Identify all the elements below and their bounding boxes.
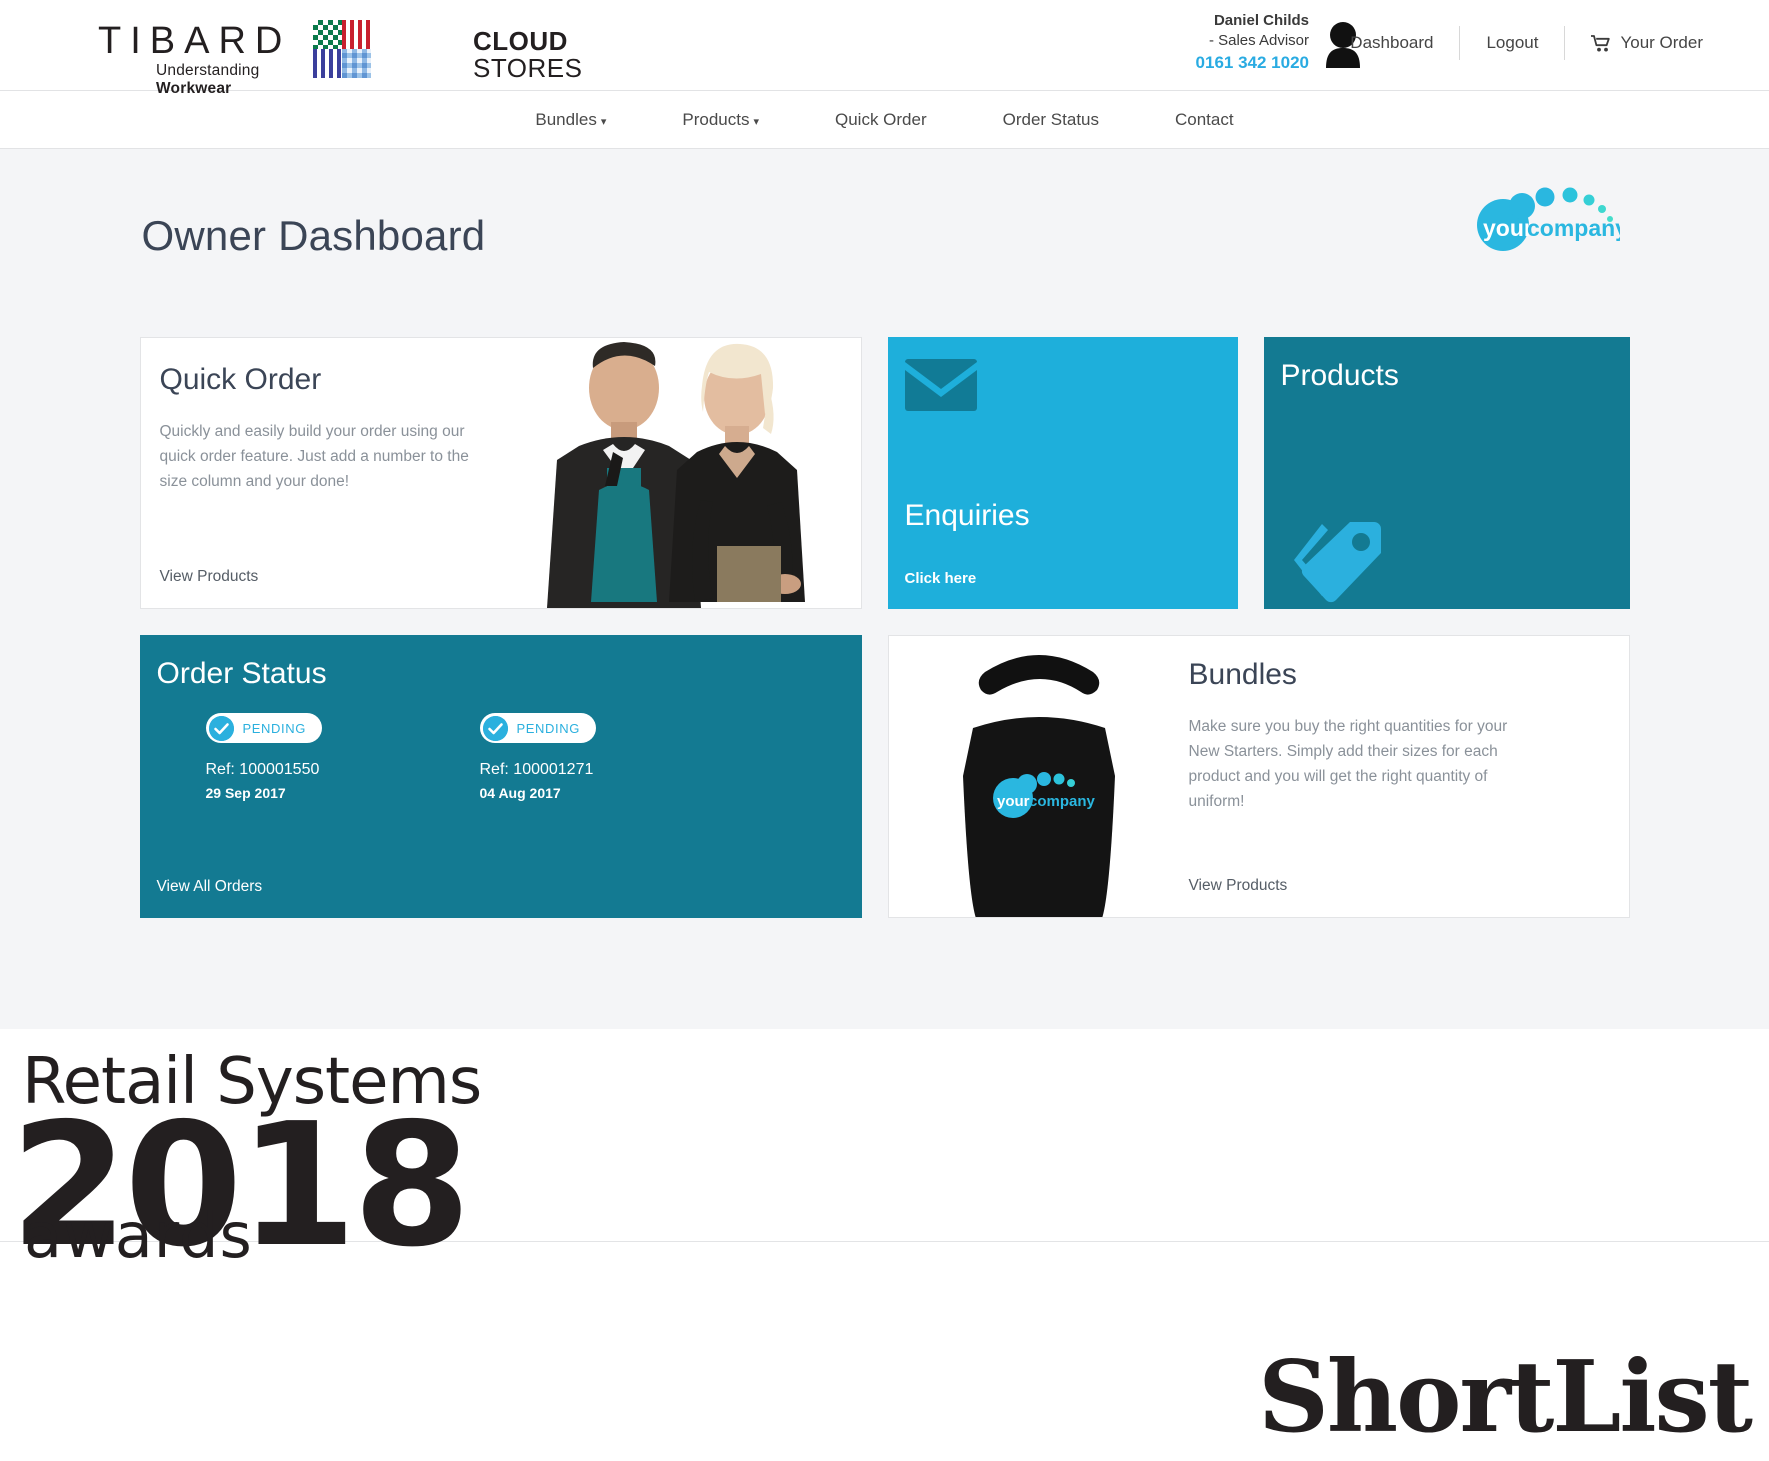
order-status-item[interactable]: PENDING Ref: 100001550 29 Sep 2017 <box>205 713 322 801</box>
card-enquiries-title: Enquiries <box>904 499 1030 532</box>
user-name: Daniel Childs <box>1213 12 1309 29</box>
status-badge-label: PENDING <box>242 720 306 736</box>
svg-text:your: your <box>997 793 1030 810</box>
card-quick-order[interactable]: Quick Order Quickly and easily build you… <box>139 337 862 609</box>
header-link-logout[interactable]: Logout <box>1460 33 1564 53</box>
main-navigation: Bundles ▾ Products ▾ Quick Order Order Sta… <box>0 91 1769 149</box>
swatch-red-stripe <box>342 20 371 49</box>
nav-item-bundles[interactable]: Bundles ▾ <box>497 110 644 130</box>
card-order-status-link[interactable]: View All Orders <box>157 878 263 896</box>
nav-item-contact[interactable]: Contact <box>1137 110 1272 130</box>
header-link-your-order[interactable]: Your Order <box>1565 33 1729 53</box>
nav-item-quick-order[interactable]: Quick Order <box>797 110 965 130</box>
user-contact-block: Daniel Childs - Sales Advisor 0161 342 1… <box>1196 11 1309 74</box>
card-products-title: Products <box>1280 359 1399 392</box>
card-bundles[interactable]: your company Bundles Make sure you buy t… <box>887 635 1630 918</box>
card-enquiries[interactable]: Enquiries Click here <box>887 337 1238 609</box>
nav-item-products-label: Products <box>682 109 750 129</box>
card-quick-order-link[interactable]: View Products <box>160 568 259 586</box>
nav-item-order-status[interactable]: Order Status <box>965 110 1137 130</box>
check-circle-icon <box>208 715 234 741</box>
chevron-down-icon: ▾ <box>753 115 759 128</box>
nav-item-contact-label: Contact <box>1175 109 1234 129</box>
user-role: - Sales Advisor <box>1208 32 1309 50</box>
order-status-item[interactable]: PENDING Ref: 100001271 04 Aug 2017 <box>479 713 596 801</box>
header-link-logout-label: Logout <box>1486 33 1539 52</box>
awards-footer-banner: Retail Systems 2018 awards ShortList <box>0 1029 1769 1461</box>
card-order-status-title: Order Status <box>156 657 327 690</box>
card-bundles-title: Bundles <box>1188 658 1297 691</box>
swatch-light-check <box>342 49 371 78</box>
svg-text:your: your <box>1483 215 1533 241</box>
top-header: TIBARD Understanding Workwear CLOUD STOR… <box>0 0 1769 97</box>
order-reference: Ref: 100001271 <box>479 760 594 778</box>
tibard-tagline: Understanding Workwear <box>156 62 333 98</box>
black-apron-photo: your company <box>888 636 1189 917</box>
dashboard-row-1: Quick Order Quickly and easily build you… <box>139 337 1630 609</box>
awards-word-text: awards <box>24 1199 253 1272</box>
nav-item-quick-order-label: Quick Order <box>834 109 927 129</box>
card-quick-order-title: Quick Order <box>159 363 322 396</box>
your-company-logo: your company <box>1465 181 1628 251</box>
card-products[interactable]: Products <box>1263 337 1630 609</box>
nav-item-products[interactable]: Products ▾ <box>644 110 797 130</box>
status-badge-label: PENDING <box>516 720 580 736</box>
cloud-stores-line2: STORES <box>473 52 583 83</box>
tibard-logo[interactable]: TIBARD Understanding Workwear <box>98 14 371 97</box>
cloud-stores-logo[interactable]: CLOUD STORES <box>473 28 582 81</box>
brand-logo-block[interactable]: TIBARD Understanding Workwear CLOUD STOR… <box>98 14 582 97</box>
header-link-your-order-label: Your Order <box>1620 33 1703 52</box>
awards-shortlist-text: ShortList <box>1258 1340 1753 1455</box>
status-badge: PENDING <box>479 713 596 743</box>
page-title: Owner Dashboard <box>141 212 486 259</box>
shopping-cart-icon <box>1591 34 1611 52</box>
order-date: 29 Sep 2017 <box>205 784 286 801</box>
swatch-blue-stripe <box>313 49 342 78</box>
tibard-tagline-bold: Workwear <box>156 80 232 97</box>
order-reference: Ref: 100001550 <box>205 760 320 778</box>
header-links: Dashboard Logout Your Order <box>1324 26 1729 60</box>
check-circle-icon <box>482 715 508 741</box>
page-body: Owner Dashboard your company Quick Order… <box>0 149 1769 1029</box>
card-order-status[interactable]: Order Status PENDING Ref: 100001550 29 S… <box>139 635 862 918</box>
card-quick-order-body: Quickly and easily build your order usin… <box>159 423 469 491</box>
chevron-down-icon: ▾ <box>600 115 607 128</box>
svg-text:company: company <box>1527 215 1620 241</box>
tibard-wordmark: TIBARD <box>98 20 292 62</box>
swatch-green-check <box>313 20 342 49</box>
envelope-icon <box>904 359 977 416</box>
card-bundles-body: Make sure you buy the right quantities f… <box>1188 718 1508 811</box>
cloud-stores-line1: CLOUD <box>473 26 568 56</box>
dashboard-cards: Quick Order Quickly and easily build you… <box>139 337 1630 918</box>
user-phone[interactable]: 0161 342 1020 <box>1196 52 1309 75</box>
dashboard-row-2: Order Status PENDING Ref: 100001550 29 S… <box>139 635 1630 918</box>
fabric-swatch-icon <box>313 20 371 78</box>
tibard-tagline-light: Understanding <box>156 62 260 79</box>
card-bundles-link[interactable]: View Products <box>1189 877 1288 895</box>
tags-icon <box>1278 516 1388 609</box>
header-link-dashboard-label: Dashboard <box>1350 33 1434 52</box>
card-enquiries-link[interactable]: Click here <box>905 570 977 587</box>
nav-item-bundles-label: Bundles <box>535 109 597 129</box>
svg-text:company: company <box>1029 793 1096 810</box>
nav-item-order-status-label: Order Status <box>1002 109 1099 129</box>
order-date: 04 Aug 2017 <box>479 784 561 801</box>
staff-in-uniform-photo <box>520 340 861 608</box>
header-link-dashboard[interactable]: Dashboard <box>1324 33 1459 53</box>
status-badge: PENDING <box>205 713 322 743</box>
